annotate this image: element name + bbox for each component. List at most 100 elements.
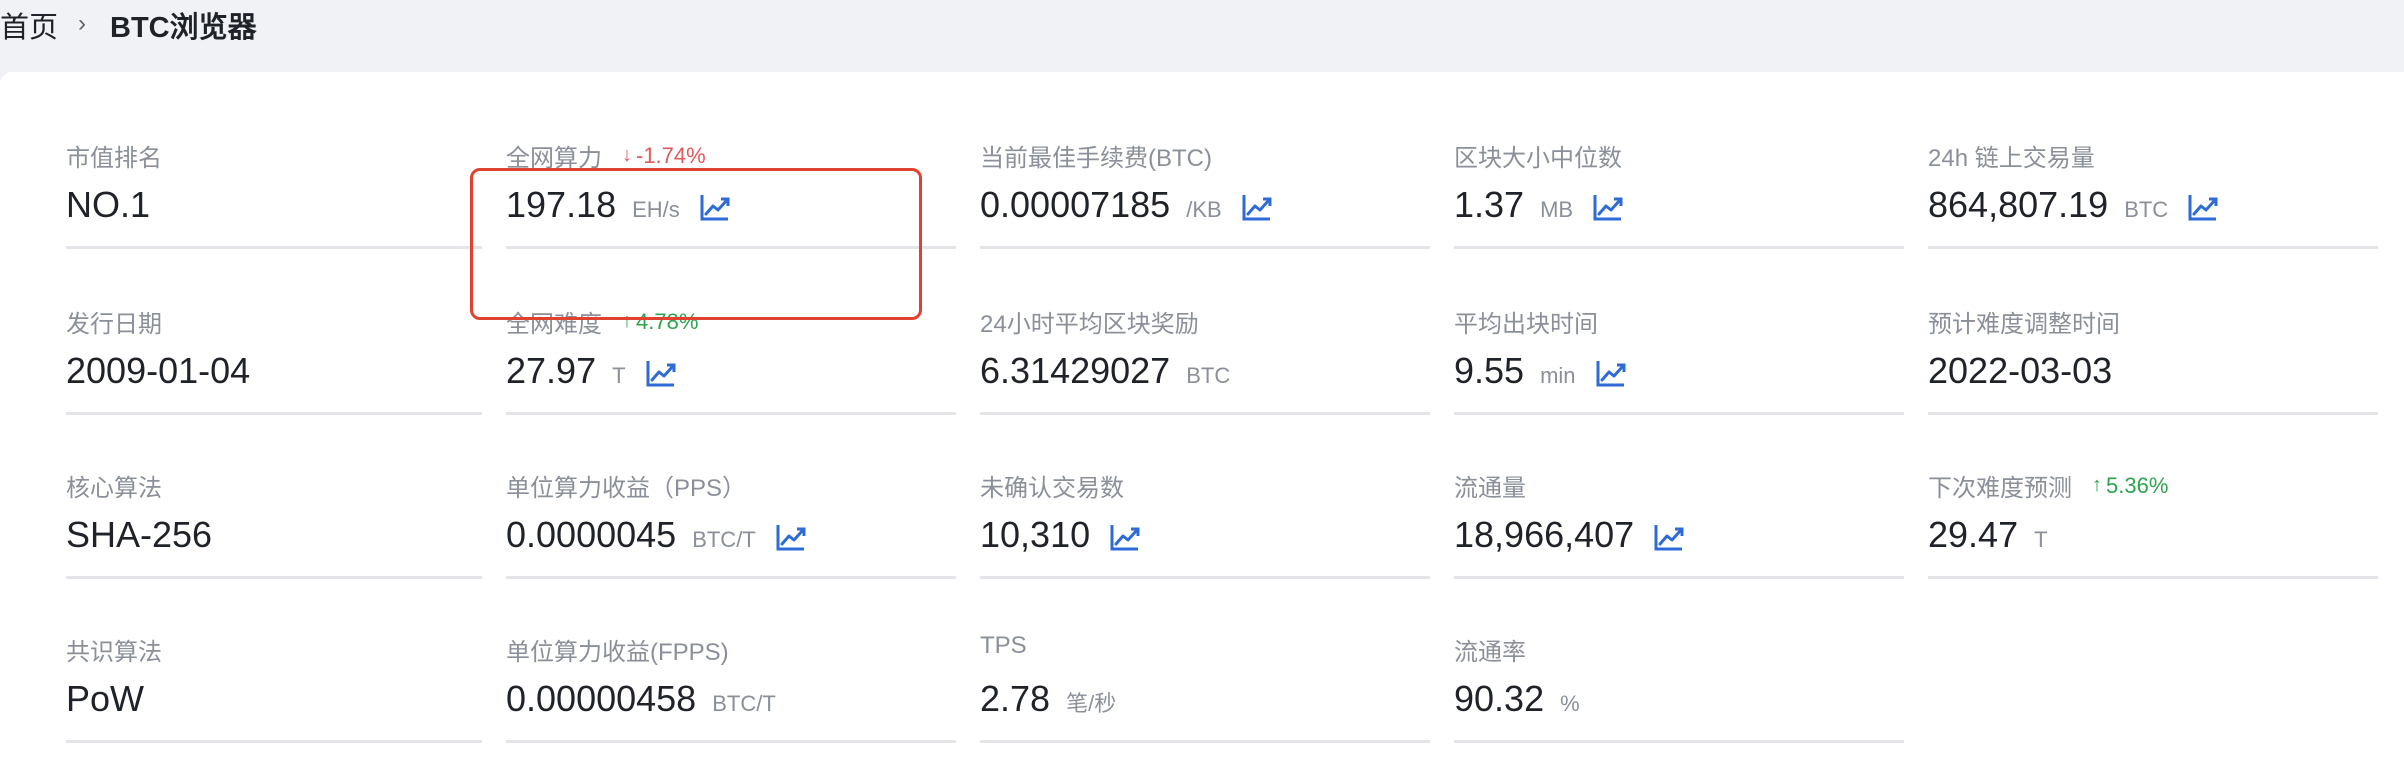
- stat-value-row: 2009-01-04: [66, 350, 250, 392]
- stat-label-text: 未确认交易数: [980, 475, 1124, 502]
- stat-value: 0.0000045: [506, 514, 677, 555]
- stat-unit: MB: [1540, 197, 1574, 222]
- stat-value: 2009-01-04: [66, 350, 251, 391]
- stat-label: 单位算力收益(FPPS): [506, 632, 729, 667]
- stat-value-row: 6.31429027 BTC: [980, 350, 1230, 392]
- trend-chart-icon[interactable]: [1596, 359, 1626, 387]
- stat-divider: [66, 740, 482, 743]
- stat-divider: [1928, 412, 2378, 415]
- stat-label-text: 市值排名: [66, 145, 162, 172]
- stat-value: NO.1: [66, 184, 151, 225]
- trend-chart-icon[interactable]: [646, 359, 676, 387]
- stat-divider: [980, 740, 1430, 743]
- stat-label-text: 区块大小中位数: [1454, 145, 1622, 172]
- arrow-down-icon: ↓: [622, 144, 632, 166]
- stat-card: 市值排名 NO.1: [66, 138, 482, 254]
- stat-value-row: 27.97 T: [506, 350, 676, 392]
- stat-label-text: 当前最佳手续费(BTC): [980, 145, 1212, 172]
- stat-card: 单位算力收益（PPS） 0.0000045 BTC/T: [506, 468, 956, 584]
- stat-label: 共识算法: [66, 632, 162, 667]
- stat-label-text: 共识算法: [66, 639, 162, 666]
- stat-unit: T: [2034, 527, 2048, 552]
- stat-value: 1.37: [1454, 184, 1525, 225]
- stat-change-badge: ↓ -1.74%: [622, 143, 706, 169]
- stats-panel: 市值排名 NO.1 全网算力 ↓ -1.74% 197.18 EH/s 当前最佳手续费(BTC…: [0, 72, 2404, 772]
- trend-chart-icon[interactable]: [1654, 523, 1684, 551]
- stat-value: 27.97: [506, 350, 597, 391]
- stat-label: 平均出块时间: [1454, 304, 1598, 339]
- stat-label: 市值排名: [66, 138, 162, 173]
- stat-divider: [66, 246, 482, 249]
- stat-value: 0.00000458: [506, 678, 697, 719]
- stat-card: 平均出块时间 9.55 min: [1454, 304, 1904, 420]
- stat-divider: [980, 412, 1430, 415]
- stat-label-text: 单位算力收益(FPPS): [506, 639, 729, 666]
- stat-divider: [980, 246, 1430, 249]
- stat-label: 下次难度预测 ↑ 5.36%: [1928, 468, 2168, 503]
- stat-change-value: -1.74%: [636, 142, 706, 168]
- trend-chart-icon[interactable]: [1110, 523, 1140, 551]
- stat-value-row: PoW: [66, 678, 144, 720]
- stat-label-text: 发行日期: [66, 311, 162, 338]
- stat-divider: [1454, 740, 1904, 743]
- stat-card: TPS 2.78 笔/秒: [980, 632, 1430, 748]
- stat-value-row: SHA-256: [66, 514, 212, 556]
- stat-card: 未确认交易数 10,310: [980, 468, 1430, 584]
- stat-label-text: 流通率: [1454, 639, 1526, 666]
- stat-label-text: 24小时平均区块奖励: [980, 311, 1199, 338]
- stat-value-row: 1.37 MB: [1454, 184, 1623, 226]
- arrow-up-icon: ↑: [2092, 474, 2102, 496]
- stat-value: 9.55: [1454, 350, 1525, 391]
- stat-value-row: 0.0000045 BTC/T: [506, 514, 806, 556]
- stat-value: 10,310: [980, 514, 1091, 555]
- stat-unit: %: [1560, 691, 1580, 716]
- stat-value-row: 2.78 笔/秒: [980, 678, 1116, 720]
- stat-divider: [506, 740, 956, 743]
- stat-value-row: 90.32%: [1454, 678, 1580, 720]
- stat-change-value: 5.36%: [2106, 472, 2169, 498]
- stat-card: 区块大小中位数 1.37 MB: [1454, 138, 1904, 254]
- stat-value: 2022-03-03: [1928, 350, 2113, 391]
- stat-value-row: NO.1: [66, 184, 150, 226]
- stat-divider: [1454, 246, 1904, 249]
- stat-label: 单位算力收益（PPS）: [506, 468, 746, 503]
- stat-value-row: 0.00000458 BTC/T: [506, 678, 776, 720]
- stat-value: SHA-256: [66, 514, 213, 555]
- stat-divider: [1454, 576, 1904, 579]
- stat-label-text: 核心算法: [66, 475, 162, 502]
- stat-card: 流通量 18,966,407: [1454, 468, 1904, 584]
- stat-divider: [980, 576, 1430, 579]
- stat-label-text: 预计难度调整时间: [1928, 311, 2120, 338]
- breadcrumb-home-link[interactable]: 首页: [0, 4, 58, 46]
- stat-value: 90.32: [1454, 678, 1545, 719]
- stat-label-text: 下次难度预测: [1928, 475, 2072, 502]
- stat-value: 18,966,407: [1454, 514, 1635, 555]
- trend-chart-icon[interactable]: [776, 523, 806, 551]
- stat-card: 当前最佳手续费(BTC) 0.00007185/KB: [980, 138, 1430, 254]
- stat-label-text: 24h 链上交易量: [1928, 145, 2095, 172]
- stat-unit: T: [612, 363, 626, 388]
- stat-value-row: 0.00007185/KB: [980, 184, 1272, 226]
- stat-divider: [506, 576, 956, 579]
- stat-value: 29.47: [1928, 514, 2019, 555]
- stat-change-badge: ↑ 5.36%: [2092, 473, 2168, 499]
- trend-chart-icon[interactable]: [1593, 193, 1623, 221]
- highlight-box: [470, 168, 922, 320]
- stat-value: 0.00007185: [980, 184, 1171, 225]
- stat-value: PoW: [66, 678, 145, 719]
- breadcrumb-current: BTC浏览器: [110, 12, 257, 44]
- stat-unit: BTC/T: [712, 691, 776, 716]
- stat-label: 流通率: [1454, 632, 1526, 667]
- stat-label: 未确认交易数: [980, 468, 1124, 503]
- trend-chart-icon[interactable]: [2188, 193, 2218, 221]
- stat-label-text: TPS: [980, 632, 1027, 659]
- trend-chart-icon[interactable]: [1242, 193, 1272, 221]
- stat-card: 24小时平均区块奖励 6.31429027 BTC: [980, 304, 1430, 420]
- stat-value-row: 18,966,407: [1454, 514, 1684, 556]
- stat-value: 2.78: [980, 678, 1051, 719]
- stat-label: 流通量: [1454, 468, 1526, 503]
- stat-value-row: 10,310: [980, 514, 1140, 556]
- stat-value-row: 2022-03-03: [1928, 350, 2112, 392]
- breadcrumb: 首页 › BTC浏览器: [0, 0, 257, 50]
- stat-unit: /KB: [1186, 197, 1222, 222]
